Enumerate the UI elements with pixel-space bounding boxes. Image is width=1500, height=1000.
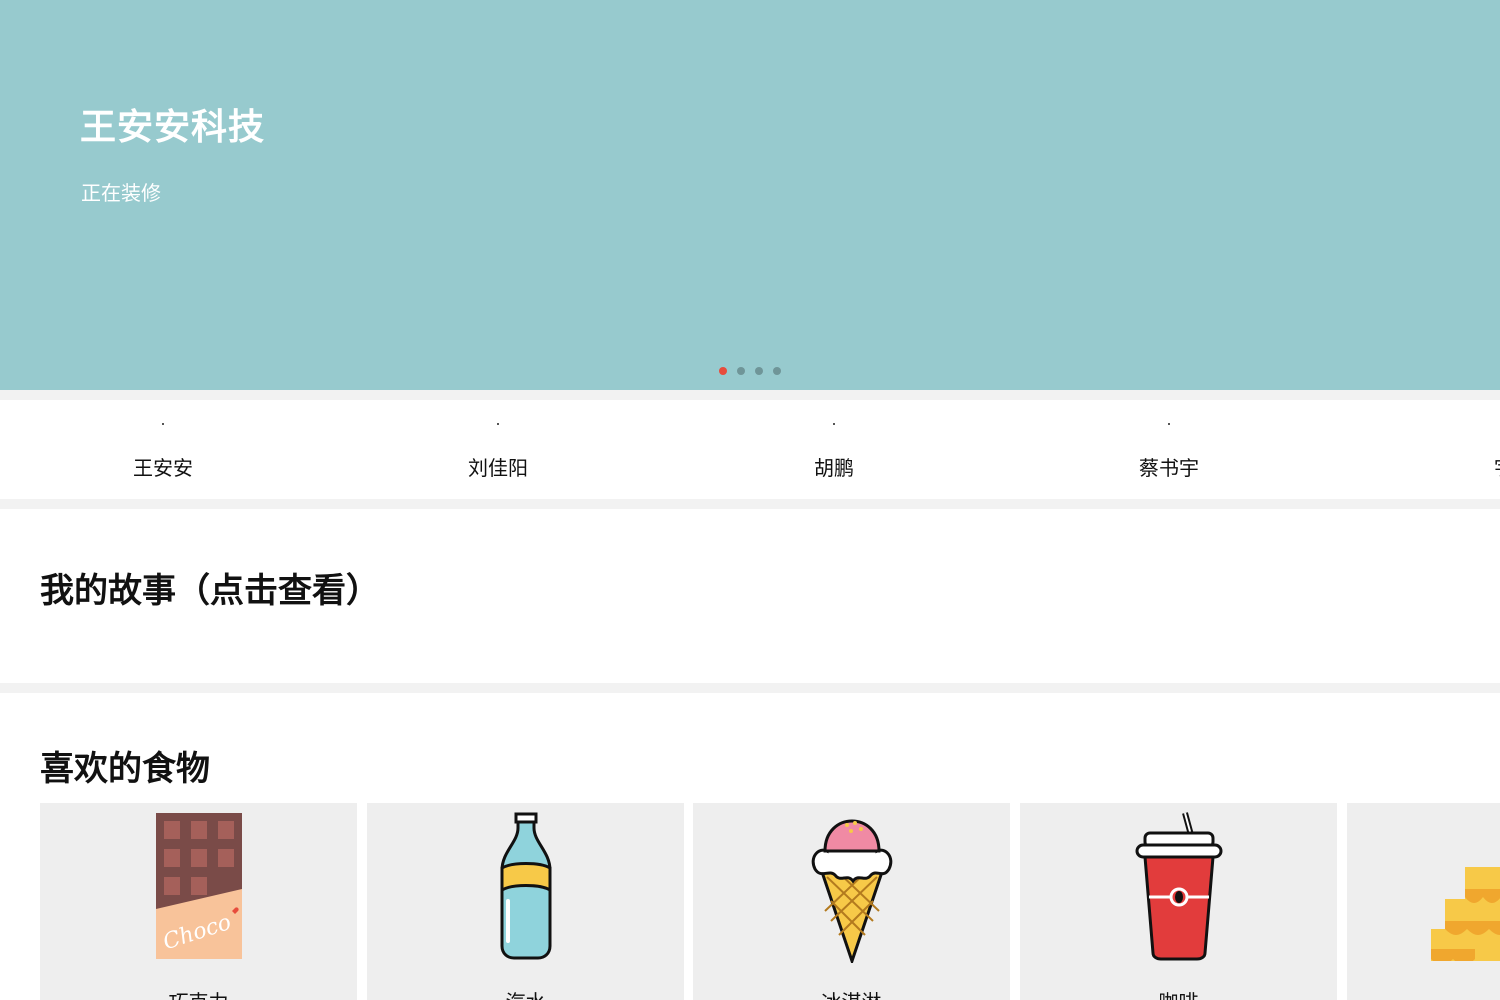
story-section[interactable]: 我的故事（点击查看） <box>0 509 1500 683</box>
avatar <box>497 423 499 425</box>
food-card[interactable]: 汽水 <box>367 803 684 1000</box>
food-label: 汽水 <box>367 986 684 1000</box>
carousel-dot-4[interactable] <box>773 367 781 375</box>
foods-section: 喜欢的食物 Choco 巧克力 <box>0 693 1500 1000</box>
carousel-dot-2[interactable] <box>737 367 745 375</box>
food-card[interactable]: 咖啡 <box>1020 803 1337 1000</box>
person-item[interactable]: 胡鹏 <box>734 400 934 499</box>
person-name: 胡鹏 <box>814 456 854 480</box>
food-card[interactable]: 冰淇淋 <box>693 803 1010 1000</box>
avatar <box>833 423 835 425</box>
hero-title: 王安安科技 <box>80 107 266 148</box>
avatar <box>162 423 164 425</box>
food-label: 巧克力 <box>40 986 357 1000</box>
food-card[interactable] <box>1347 803 1500 1000</box>
carousel-dot-1[interactable] <box>719 367 727 375</box>
chocolate-icon: Choco <box>155 813 242 959</box>
food-label: 咖啡 <box>1020 986 1337 1000</box>
avatar <box>1168 423 1170 425</box>
food-label: 冰淇淋 <box>693 986 1010 1000</box>
person-name: 王安安 <box>133 456 193 480</box>
soda-bottle-icon <box>500 812 551 960</box>
person-name: 宇 <box>1404 452 1500 481</box>
hero-banner[interactable]: 王安安科技 正在装修 <box>0 0 1500 390</box>
foods-title: 喜欢的食物 <box>40 749 210 789</box>
cake-icon <box>1431 867 1500 961</box>
hero-subtitle: 正在装修 <box>81 181 161 205</box>
ice-cream-icon <box>811 819 892 963</box>
food-card[interactable]: Choco 巧克力 <box>40 803 357 1000</box>
person-name: 刘佳阳 <box>468 456 528 480</box>
person-item[interactable]: 蔡书宇 <box>1069 400 1269 499</box>
coffee-cup-icon <box>1135 812 1222 961</box>
people-row: 王安安 刘佳阳 胡鹏 蔡书宇 宇 <box>0 400 1500 499</box>
person-item[interactable]: 王安安 <box>63 400 263 499</box>
food-card-list: Choco 巧克力 汽水 <box>40 803 1500 1000</box>
person-name: 蔡书宇 <box>1139 456 1199 480</box>
person-item[interactable]: 刘佳阳 <box>398 400 598 499</box>
story-title[interactable]: 我的故事（点击查看） <box>40 563 380 612</box>
carousel-indicator <box>719 367 781 375</box>
person-item[interactable]: 宇 <box>1404 400 1500 499</box>
carousel-dot-3[interactable] <box>755 367 763 375</box>
